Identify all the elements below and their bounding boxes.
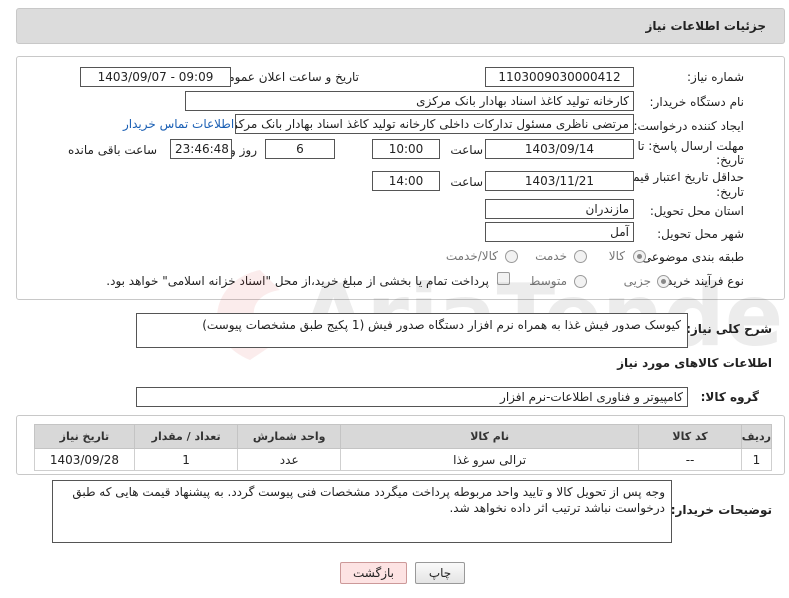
category-option-goods: کالا	[608, 249, 625, 263]
col-quantity: تعداد / مقدار	[133, 424, 239, 449]
category-option-service: خدمت	[535, 249, 567, 263]
category-radio-goods[interactable]	[633, 250, 646, 263]
cell-item-code: --	[638, 448, 742, 471]
description-label: شرح کلی نیاز:	[686, 322, 772, 336]
buyer-field: کارخانه تولید کاغذ اسناد بهادار بانک مرک…	[185, 91, 634, 111]
category-radio-goods-service[interactable]	[505, 250, 518, 263]
col-item-code: کد کالا	[638, 424, 742, 449]
province-label: استان محل تحویل:	[649, 204, 744, 218]
col-row-number: ردیف	[740, 424, 773, 449]
province-field: مازندران	[485, 199, 634, 219]
col-need-date: تاریخ نیاز	[34, 424, 135, 449]
deadline-label-line1: مهلت ارسال پاسخ: تا	[637, 139, 744, 153]
goods-table: ردیف کد کالا نام کالا واحد شمارش تعداد /…	[34, 424, 773, 471]
buyer-notes-label: توضیحات خریدار:	[670, 503, 772, 517]
process-option-minor: جزیی	[623, 274, 651, 288]
col-unit: واحد شمارش	[237, 424, 342, 449]
validity-label-line2: تاریخ:	[716, 185, 744, 199]
announce-field: 1403/09/07 - 09:09	[80, 67, 231, 87]
deadline-time-field: 10:00	[372, 139, 440, 159]
table-row: 1 -- ترالی سرو غذا عدد 1 1403/09/28	[34, 448, 773, 471]
cell-row-number: 1	[740, 448, 773, 471]
cell-quantity: 1	[133, 448, 239, 471]
days-remaining-field: 6	[265, 139, 335, 159]
payment-note: پرداخت تمام یا بخشی از مبلغ خرید،از محل …	[106, 274, 489, 288]
cell-need-date: 1403/09/28	[34, 448, 135, 471]
city-field: آمل	[485, 222, 634, 242]
buyer-notes-text: وجه پس از تحویل کالا و تایید واحد مربوطه…	[72, 485, 665, 515]
days-label: روز و	[230, 143, 257, 157]
back-button[interactable]: بازگشت	[340, 562, 407, 584]
goods-section-title: اطلاعات کالاهای مورد نیاز	[617, 356, 772, 370]
need-number-field: 1103009030000412	[485, 67, 634, 87]
page-header: جزئیات اطلاعات نیاز	[16, 8, 785, 44]
goods-table-header: ردیف کد کالا نام کالا واحد شمارش تعداد /…	[34, 424, 773, 449]
page-title: جزئیات اطلاعات نیاز	[645, 19, 766, 33]
validity-date-field: 1403/11/21	[485, 171, 634, 191]
buyer-notes-field: وجه پس از تحویل کالا و تایید واحد مربوطه…	[52, 480, 672, 543]
category-radio-service[interactable]	[574, 250, 587, 263]
deadline-time-label: ساعت	[450, 143, 483, 157]
col-item-name: نام کالا	[340, 424, 640, 449]
buyer-label: نام دستگاه خریدار:	[649, 95, 745, 109]
validity-time-field: 14:00	[372, 171, 440, 191]
validity-time-label: ساعت	[450, 175, 483, 189]
need-number-label: شماره نیاز:	[687, 70, 744, 84]
creator-field: مرتضی ناظری مسئول تدارکات داخلی کارخانه …	[235, 114, 634, 134]
description-field: کیوسک صدور فیش غذا به همراه نرم افزار دس…	[136, 313, 688, 348]
cell-item-name: ترالی سرو غذا	[340, 448, 640, 471]
creator-label: ایجاد کننده درخواست:	[633, 119, 744, 133]
category-label: طبقه بندی موضوعی:	[637, 250, 744, 264]
description-text: کیوسک صدور فیش غذا به همراه نرم افزار دس…	[202, 318, 681, 332]
announce-label: تاریخ و ساعت اعلان عمومی:	[214, 70, 359, 84]
process-radio-medium[interactable]	[574, 275, 587, 288]
category-option-goods-service: کالا/خدمت	[445, 249, 498, 263]
remaining-time-label: ساعت باقی مانده	[67, 143, 157, 157]
process-label: نوع فرآیند خرید :	[659, 274, 744, 288]
goods-group-field: کامپیوتر و فناوری اطلاعات-نرم افزار	[136, 387, 688, 407]
goods-group-label: گروه کالا:	[700, 390, 759, 404]
contact-buyer-link[interactable]: اطلاعات تماس خریدار	[123, 117, 234, 131]
deadline-label-line2: تاریخ:	[716, 153, 744, 167]
cell-unit: عدد	[237, 448, 342, 471]
process-option-medium: متوسط	[529, 274, 567, 288]
payment-checkbox[interactable]	[497, 272, 510, 285]
process-radio-minor[interactable]	[657, 275, 670, 288]
deadline-date-field: 1403/09/14	[485, 139, 634, 159]
city-label: شهر محل تحویل:	[657, 227, 744, 241]
remaining-time-field: 23:46:48	[170, 139, 232, 159]
print-button[interactable]: چاپ	[415, 562, 465, 584]
